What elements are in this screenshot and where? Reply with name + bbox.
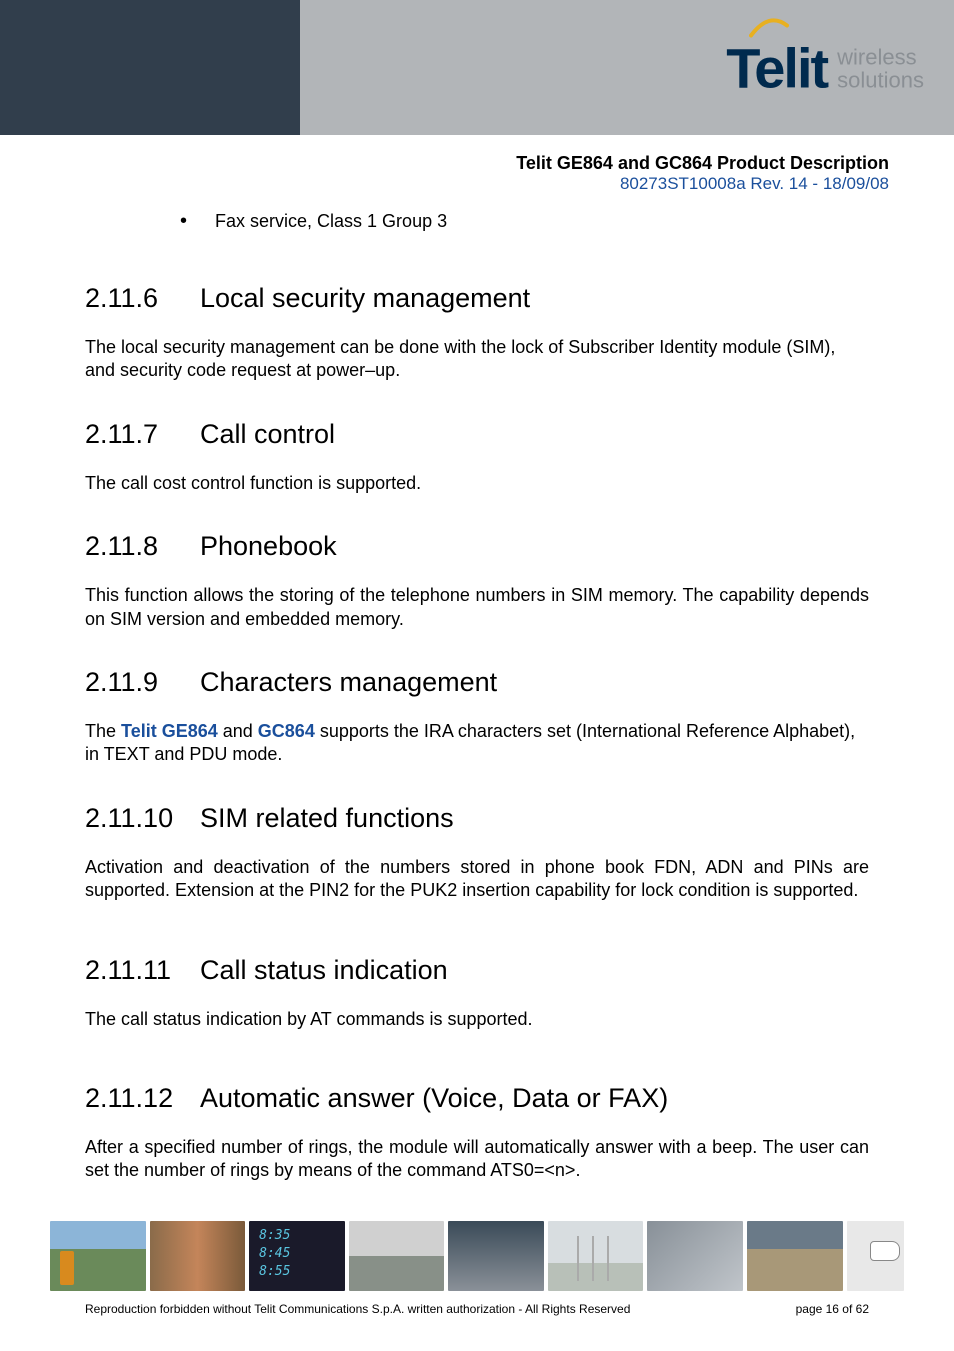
footer-thumb-1 <box>50 1221 146 1291</box>
section-title: Characters management <box>200 667 497 698</box>
content-area: • Fax service, Class 1 Group 3 2.11.6 Lo… <box>0 194 954 1183</box>
logo-tagline: wireless solutions <box>837 46 924 100</box>
footer-copyright: Reproduction forbidden without Telit Com… <box>85 1302 630 1316</box>
footer-thumb-9 <box>847 1221 904 1291</box>
section-2-11-6: 2.11.6 Local security management The loc… <box>85 283 869 383</box>
logo-text: Telit <box>726 35 827 100</box>
section-2-11-12: 2.11.12 Automatic answer (Voice, Data or… <box>85 1083 869 1183</box>
section-title: Local security management <box>200 283 530 314</box>
section-heading: 2.11.9 Characters management <box>85 667 869 698</box>
section-number: 2.11.8 <box>85 531 200 562</box>
doc-revision: 80273ST10008a Rev. 14 - 18/09/08 <box>0 174 889 194</box>
section-body: The call cost control function is suppor… <box>85 472 869 495</box>
section-heading: 2.11.10 SIM related functions <box>85 803 869 834</box>
section-body: The call status indication by AT command… <box>85 1008 869 1031</box>
section-number: 2.11.6 <box>85 283 200 314</box>
doc-title: Telit GE864 and GC864 Product Descriptio… <box>0 153 889 174</box>
section-2-11-11: 2.11.11 Call status indication The call … <box>85 955 869 1031</box>
footer-line: Reproduction forbidden without Telit Com… <box>85 1302 869 1316</box>
bullet-icon: • <box>180 210 187 233</box>
section-body: After a specified number of rings, the m… <box>85 1136 869 1183</box>
banner-left-block <box>0 0 300 135</box>
tagline-line-2: solutions <box>837 69 924 92</box>
footer-thumb-4 <box>349 1221 445 1291</box>
section-body: The local security management can be don… <box>85 336 869 383</box>
section-title: SIM related functions <box>200 803 454 834</box>
section-title: Phonebook <box>200 531 337 562</box>
section-heading: 2.11.6 Local security management <box>85 283 869 314</box>
top-banner: Telit wireless solutions <box>0 0 954 135</box>
section-2-11-10: 2.11.10 SIM related functions Activation… <box>85 803 869 903</box>
footer-thumb-2 <box>150 1221 246 1291</box>
footer-page-number: page 16 of 62 <box>796 1302 869 1316</box>
doc-header: Telit GE864 and GC864 Product Descriptio… <box>0 135 954 194</box>
section-number: 2.11.7 <box>85 419 200 450</box>
section-2-11-8: 2.11.8 Phonebook This function allows th… <box>85 531 869 631</box>
logo: Telit wireless solutions <box>726 35 924 100</box>
section-number: 2.11.10 <box>85 803 200 834</box>
text-part: and <box>218 721 258 741</box>
section-body: This function allows the storing of the … <box>85 584 869 631</box>
footer-thumb-3 <box>249 1221 345 1291</box>
footer-thumb-7 <box>647 1221 743 1291</box>
product-name-gc864: GC864 <box>258 721 315 741</box>
section-2-11-7: 2.11.7 Call control The call cost contro… <box>85 419 869 495</box>
section-number: 2.11.11 <box>85 955 200 986</box>
banner-right-block: Telit wireless solutions <box>300 0 954 135</box>
section-heading: 2.11.8 Phonebook <box>85 531 869 562</box>
section-heading: 2.11.11 Call status indication <box>85 955 869 986</box>
section-number: 2.11.9 <box>85 667 200 698</box>
brand-text: Telit <box>726 36 827 99</box>
section-2-11-9: 2.11.9 Characters management The Telit G… <box>85 667 869 767</box>
section-heading: 2.11.7 Call control <box>85 419 869 450</box>
product-name-ge864: Telit GE864 <box>121 721 218 741</box>
section-heading: 2.11.12 Automatic answer (Voice, Data or… <box>85 1083 869 1114</box>
section-title: Automatic answer (Voice, Data or FAX) <box>200 1083 668 1114</box>
section-number: 2.11.12 <box>85 1083 200 1114</box>
tagline-line-1: wireless <box>837 46 924 69</box>
bullet-text: Fax service, Class 1 Group 3 <box>215 211 447 232</box>
footer-thumb-8 <box>747 1221 843 1291</box>
logo-swoosh-icon <box>749 17 789 37</box>
section-title: Call control <box>200 419 335 450</box>
footer-image-strip <box>50 1221 904 1291</box>
section-body: The Telit GE864 and GC864 supports the I… <box>85 720 869 767</box>
bullet-item: • Fax service, Class 1 Group 3 <box>85 210 869 233</box>
section-title: Call status indication <box>200 955 448 986</box>
section-body: Activation and deactivation of the numbe… <box>85 856 869 903</box>
footer-thumb-5 <box>448 1221 544 1291</box>
text-part: The <box>85 721 121 741</box>
footer-thumb-6 <box>548 1221 644 1291</box>
